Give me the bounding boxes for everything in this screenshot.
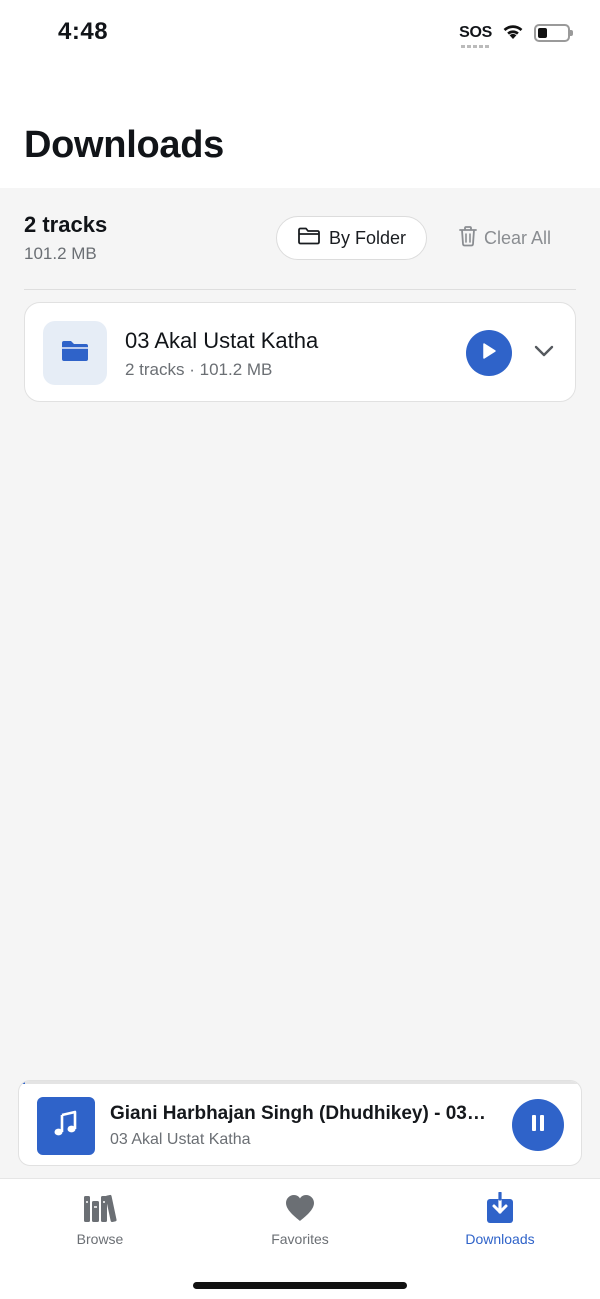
chevron-down-icon bbox=[533, 344, 555, 363]
by-folder-button[interactable]: By Folder bbox=[276, 216, 427, 260]
heart-icon bbox=[284, 1191, 316, 1225]
clear-all-button[interactable]: Clear All bbox=[458, 216, 551, 260]
mini-player-title: Giani Harbhajan Singh (Dhudhikey) - 03 A… bbox=[110, 1103, 490, 1124]
folder-card[interactable]: 03 Akal Ustat Katha 2 tracks · 101.2 MB bbox=[24, 302, 576, 402]
mini-player-artwork bbox=[37, 1097, 95, 1155]
download-icon bbox=[486, 1191, 514, 1225]
mini-player-subtitle: 03 Akal Ustat Katha bbox=[110, 1131, 251, 1148]
wifi-icon bbox=[501, 22, 525, 45]
folder-expand-button[interactable] bbox=[529, 338, 559, 368]
tab-browse-label: Browse bbox=[76, 1231, 124, 1247]
folder-thumbnail bbox=[43, 321, 107, 385]
trash-icon bbox=[458, 225, 478, 252]
folder-icon bbox=[60, 339, 90, 368]
tab-bar: Browse Favorites Downloads bbox=[0, 1178, 600, 1299]
sos-indicator: SOS bbox=[459, 24, 492, 48]
mini-player[interactable]: Giani Harbhajan Singh (Dhudhikey) - 03 A… bbox=[18, 1080, 582, 1166]
pause-button[interactable] bbox=[512, 1099, 564, 1151]
pause-icon bbox=[530, 1113, 546, 1138]
mini-progress-track bbox=[19, 1081, 581, 1084]
clear-all-label: Clear All bbox=[484, 227, 552, 248]
tab-favorites-label: Favorites bbox=[271, 1231, 329, 1247]
home-indicator bbox=[193, 1282, 407, 1289]
track-count: 2 tracks bbox=[24, 212, 108, 237]
by-folder-label: By Folder bbox=[328, 227, 407, 248]
status-bar: 4:48 SOS bbox=[0, 0, 600, 66]
play-icon bbox=[481, 342, 497, 365]
folder-name: 03 Akal Ustat Katha bbox=[125, 328, 319, 353]
page-title: Downloads bbox=[24, 124, 224, 166]
downloads-summary: 2 tracks 101.2 MB By Folder Clear All bbox=[24, 188, 576, 290]
status-indicators: SOS bbox=[459, 20, 573, 48]
music-note-icon bbox=[53, 1110, 79, 1143]
library-icon bbox=[82, 1191, 118, 1225]
status-time: 4:48 bbox=[58, 18, 109, 45]
total-size: 101.2 MB bbox=[24, 244, 97, 263]
battery-level bbox=[538, 28, 547, 38]
battery-icon bbox=[534, 24, 573, 42]
folder-meta: 2 tracks · 101.2 MB bbox=[125, 360, 273, 379]
mini-progress-fill bbox=[19, 1081, 25, 1084]
tab-downloads-label: Downloads bbox=[465, 1231, 535, 1247]
tab-browse[interactable]: Browse bbox=[20, 1191, 180, 1253]
tab-favorites[interactable]: Favorites bbox=[220, 1191, 380, 1253]
tab-downloads[interactable]: Downloads bbox=[420, 1191, 580, 1253]
folder-play-button[interactable] bbox=[466, 330, 512, 376]
page-header: Downloads bbox=[0, 66, 600, 188]
folder-outline-icon bbox=[297, 226, 321, 251]
